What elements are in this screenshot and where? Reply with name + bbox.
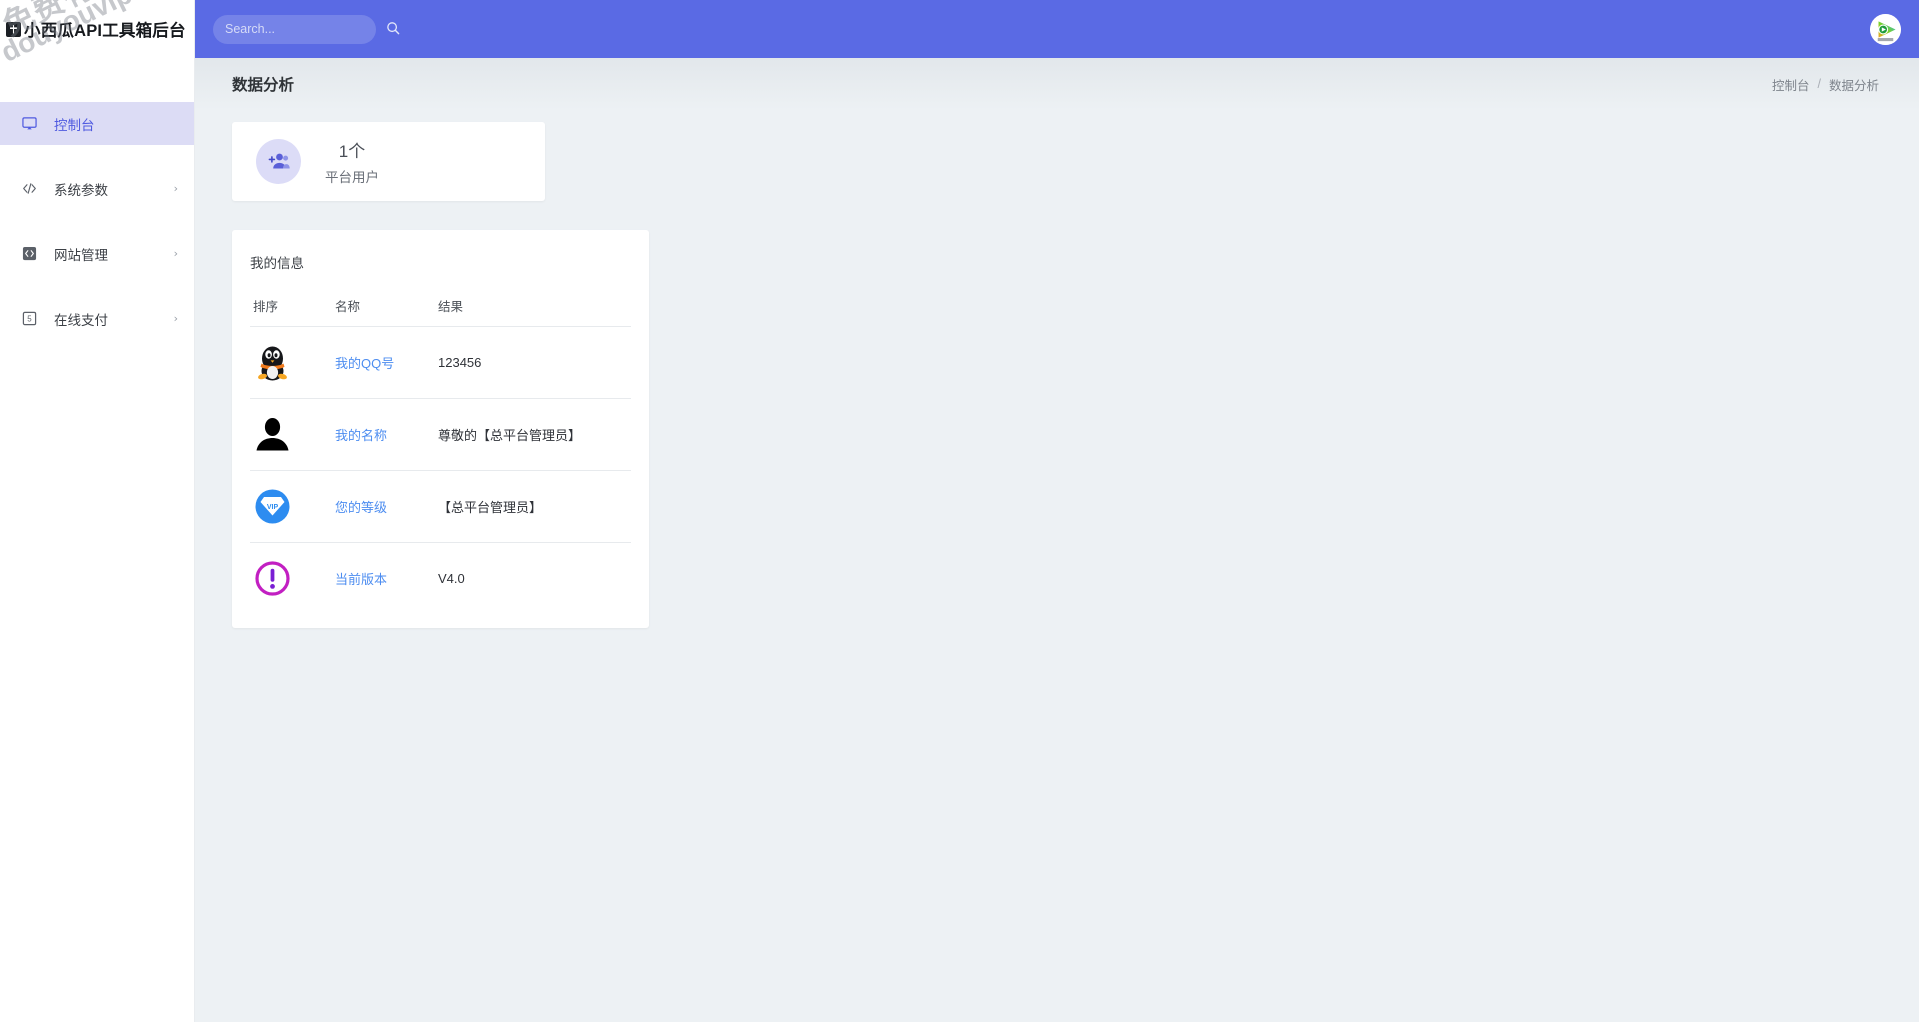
row-name-cell: 您的等级 [335,470,438,543]
row-value-cell: 尊敬的【总平台管理员】 [438,398,631,471]
sidebar-item-label: 在线支付 [54,312,108,328]
breadcrumb: 控制台 / 数据分析 [1772,75,1879,94]
vip-diamond-icon: VIP [250,484,295,529]
table-row: VIP 您的等级 【总平台管理员】 [250,470,631,543]
row-value-cell: 123456 [438,326,631,399]
page-content: 1个 平台用户 我的信息 排序 名称 结果 我的QQ号 123456 我的名称 … [195,110,1919,1022]
info-table: 排序 名称 结果 我的QQ号 123456 我的名称 尊敬的【总平台管理员】 V… [250,296,631,614]
qq-penguin-icon [250,340,295,385]
search-box[interactable] [213,14,400,44]
info-card: 我的信息 排序 名称 结果 我的QQ号 123456 我的名称 尊敬的【总平台管… [232,230,649,628]
chevron-right-icon: › [173,312,178,325]
row-name-link[interactable]: 当前版本 [335,572,387,587]
row-value-cell: 【总平台管理员】 [438,470,631,543]
page-header: 数据分析 控制台 / 数据分析 [195,58,1919,110]
sidebar-nav: 控制台 系统参数 › 网站管理 › 5 在线支付 › [0,102,194,340]
column-header-result: 结果 [438,296,631,327]
stat-value: 1个 [338,142,366,161]
chevron-right-icon: › [173,182,178,195]
sidebar-item-console[interactable]: 控制台 [0,102,194,145]
sidebar-item-label: 网站管理 [54,247,108,263]
avatar[interactable] [1870,13,1901,45]
chevron-right-icon: › [173,247,178,260]
money-icon: 5 [22,311,37,326]
stat-label: 平台用户 [325,170,379,185]
info-card-title: 我的信息 [250,256,304,271]
breadcrumb-separator: / [1817,77,1821,91]
sidebar-item-site-management[interactable]: 网站管理 › [0,232,194,275]
breadcrumb-root[interactable]: 控制台 [1772,75,1810,94]
column-header-name: 名称 [335,296,438,327]
brand-title: 小西瓜API工具箱后台 [24,22,186,40]
row-name-cell: 我的QQ号 [335,326,438,399]
table-row: 我的名称 尊敬的【总平台管理员】 [250,398,631,471]
column-header-order: 排序 [250,296,335,327]
breadcrumb-current: 数据分析 [1828,78,1879,93]
stat-card-platform-users[interactable]: 1个 平台用户 [232,122,545,201]
row-value-cell: V4.0 [438,543,631,615]
row-value: 【总平台管理员】 [438,500,543,515]
row-name-link[interactable]: 我的QQ号 [335,356,394,371]
person-silhouette-icon [250,412,295,457]
sidebar-item-label: 控制台 [54,117,95,133]
row-name-link[interactable]: 我的名称 [335,428,387,443]
table-head: 排序 名称 结果 [250,296,631,327]
search-input[interactable] [225,22,386,36]
sidebar-item-system-params[interactable]: 系统参数 › [0,167,194,210]
sidebar: 小西瓜API工具箱后台 控制台 系统参数 › 网站管理 › 5 在线支付 › d… [0,0,195,1022]
row-name-cell: 我的名称 [335,398,438,471]
row-icon-cell [250,326,335,399]
row-value: 尊敬的【总平台管理员】 [438,428,582,443]
row-value: 123456 [438,355,482,370]
row-name-link[interactable]: 您的等级 [335,500,387,515]
table-header-row: 排序 名称 结果 [250,296,631,327]
row-icon-cell: VIP [250,470,335,543]
topbar [195,0,1919,58]
row-name-cell: 当前版本 [335,543,438,615]
sidebar-item-label: 系统参数 [54,182,108,198]
row-icon-cell [250,543,335,615]
plus-badge-icon [6,21,21,37]
add-users-icon [256,139,301,184]
brand-header[interactable]: 小西瓜API工具箱后台 [0,0,194,58]
svg-text:5: 5 [27,315,32,324]
search-button[interactable] [386,21,400,38]
code-square-icon [22,246,37,261]
sidebar-item-online-payment[interactable]: 5 在线支付 › [0,297,194,340]
svg-text:VIP: VIP [267,504,279,511]
row-value: V4.0 [438,571,465,586]
table-row: 我的QQ号 123456 [250,326,631,399]
row-icon-cell [250,398,335,471]
code-icon [22,181,37,196]
page-title: 数据分析 [232,77,295,94]
search-icon [386,21,400,38]
exclamation-circle-icon [250,556,295,601]
table-row: 当前版本 V4.0 [250,543,631,615]
monitor-icon [22,116,37,131]
stat-text-group: 1个 平台用户 [325,137,379,186]
table-body: 我的QQ号 123456 我的名称 尊敬的【总平台管理员】 VIP 您的等级 【… [250,326,631,615]
main-area: 数据分析 控制台 / 数据分析 1个 [195,0,1919,1022]
app-root: 小西瓜API工具箱后台 控制台 系统参数 › 网站管理 › 5 在线支付 › d… [0,0,1919,1022]
